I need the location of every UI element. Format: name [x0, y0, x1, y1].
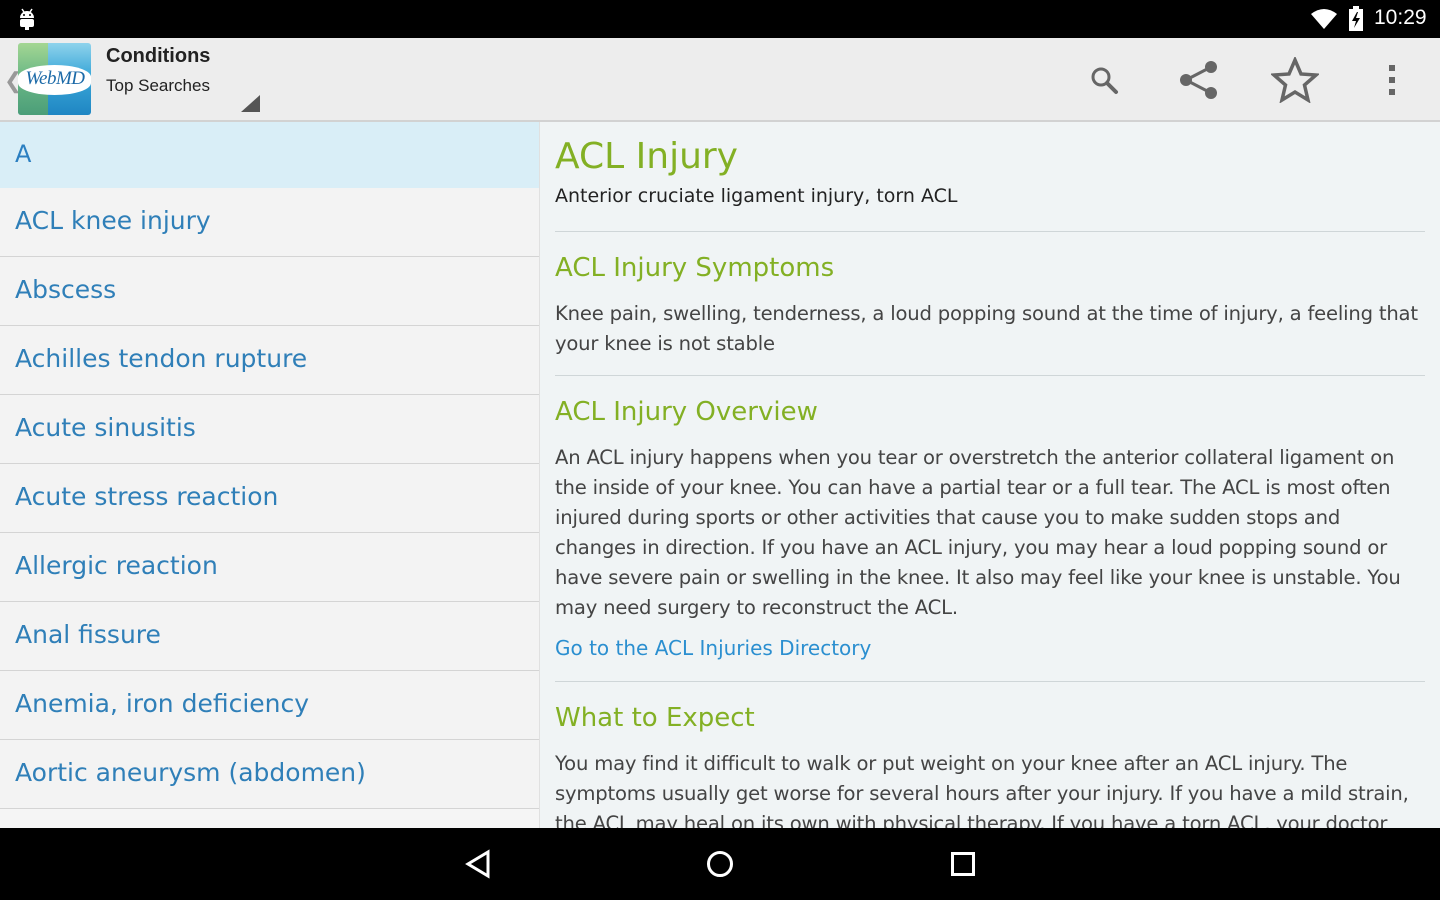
overflow-menu-icon	[1389, 65, 1395, 95]
section-header-letter: A	[15, 140, 32, 168]
overview-heading: ACL Injury Overview	[555, 397, 818, 427]
list-item-label: ACL knee injury	[15, 206, 211, 235]
directory-link[interactable]: Go to the ACL Injuries Directory	[555, 636, 871, 660]
list-item-label: Allergic reaction	[15, 551, 218, 580]
back-icon	[465, 849, 490, 879]
expect-heading: What to Expect	[555, 703, 755, 733]
status-bar: 10:29	[0, 0, 1440, 38]
wifi-icon	[1311, 9, 1337, 29]
recents-icon	[951, 852, 975, 876]
list-item-label: Acute stress reaction	[15, 482, 279, 511]
symptoms-body: Knee pain, swelling, tenderness, a loud …	[555, 302, 1418, 355]
overview-body: An ACL injury happens when you tear or o…	[555, 446, 1401, 619]
system-nav-bar	[0, 828, 1440, 900]
recents-button[interactable]	[943, 846, 983, 882]
action-bar: ❮ WebMD Conditions Top Searches	[0, 38, 1440, 122]
condition-title: ACL Injury	[555, 136, 738, 177]
condition-detail[interactable]: ACL Injury Anterior cruciate ligament in…	[540, 122, 1440, 828]
condition-subtitle: Anterior cruciate ligament injury, torn …	[555, 185, 958, 207]
search-button[interactable]	[1056, 38, 1152, 122]
clock: 10:29	[1374, 6, 1427, 29]
overflow-menu-button[interactable]	[1344, 38, 1440, 122]
list-item-label: Aortic aneurysm (abdomen)	[15, 758, 366, 787]
list-item[interactable]: Anemia, iron deficiency	[0, 671, 539, 740]
share-icon	[1180, 61, 1217, 99]
share-button[interactable]	[1151, 38, 1247, 122]
action-bar-subtitle[interactable]: Top Searches	[106, 76, 210, 96]
section-header: A	[0, 122, 539, 188]
list-item-label: Abscess	[15, 275, 117, 304]
android-debug-icon	[20, 8, 34, 30]
divider	[555, 231, 1425, 232]
list-item[interactable]: Achilles tendon rupture	[0, 326, 539, 395]
expect-body: You may find it difficult to walk or put…	[555, 752, 1409, 828]
home-button[interactable]	[700, 846, 740, 882]
spinner-dropdown-icon[interactable]	[241, 95, 260, 112]
back-button[interactable]	[458, 846, 498, 882]
logo-text: WebMD	[25, 68, 85, 89]
battery-charging-icon	[1349, 6, 1363, 31]
list-item[interactable]: Acute sinusitis	[0, 395, 539, 464]
divider	[555, 681, 1425, 682]
list-item[interactable]: Abscess	[0, 257, 539, 326]
list-item[interactable]: Anal fissure	[0, 602, 539, 671]
action-bar-title[interactable]: Conditions	[106, 45, 210, 68]
star-icon	[1271, 57, 1319, 103]
list-item-label: Anal fissure	[15, 620, 161, 649]
list-item[interactable]: Acute stress reaction	[0, 464, 539, 533]
list-item[interactable]: ACL knee injury	[0, 188, 539, 257]
webmd-logo[interactable]: WebMD	[18, 43, 91, 115]
home-icon	[707, 851, 733, 877]
list-item-label: Anemia, iron deficiency	[15, 689, 310, 718]
symptoms-heading: ACL Injury Symptoms	[555, 253, 835, 283]
list-item-label: Achilles tendon rupture	[15, 344, 308, 373]
list-item[interactable]: Aortic aneurysm (abdomen)	[0, 740, 539, 809]
list-item[interactable]: Allergic reaction	[0, 533, 539, 602]
list-item-label: Acute sinusitis	[15, 413, 196, 442]
search-icon	[1091, 67, 1118, 94]
conditions-list[interactable]: A ACL knee injury Abscess Achilles tendo…	[0, 122, 540, 828]
favorite-button[interactable]	[1247, 38, 1343, 122]
divider	[555, 375, 1425, 376]
